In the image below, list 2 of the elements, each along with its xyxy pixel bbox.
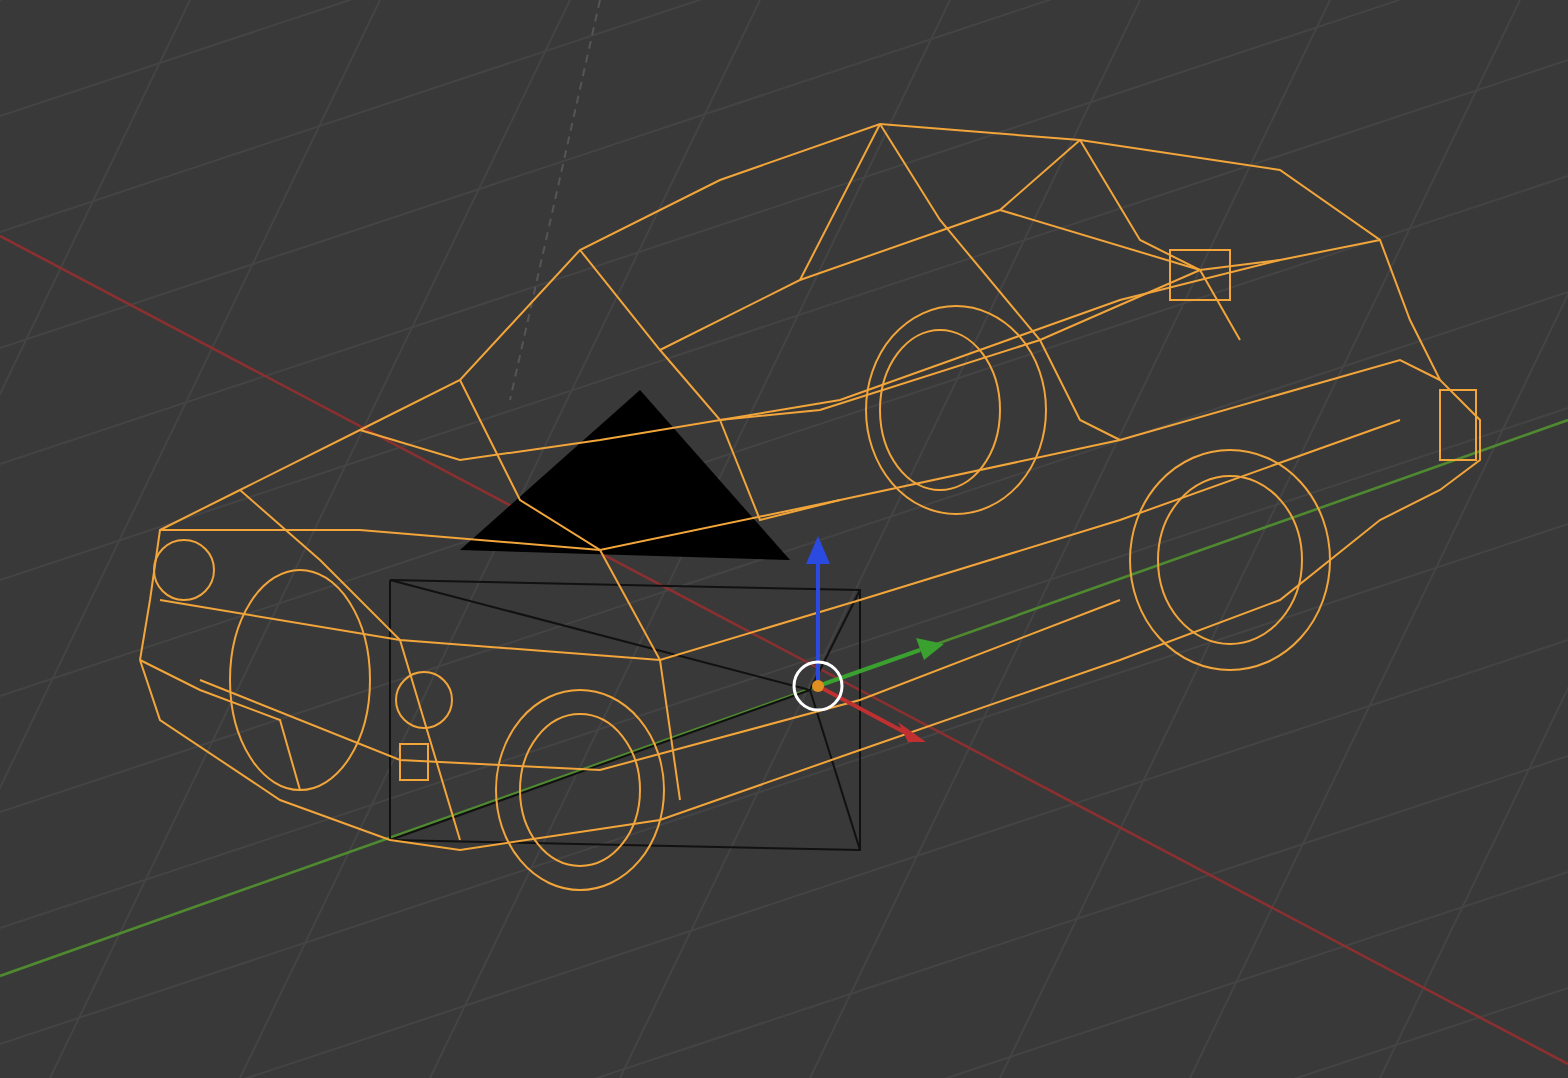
cursor-icon <box>792 660 844 712</box>
camera-triangle-icon <box>460 390 790 560</box>
